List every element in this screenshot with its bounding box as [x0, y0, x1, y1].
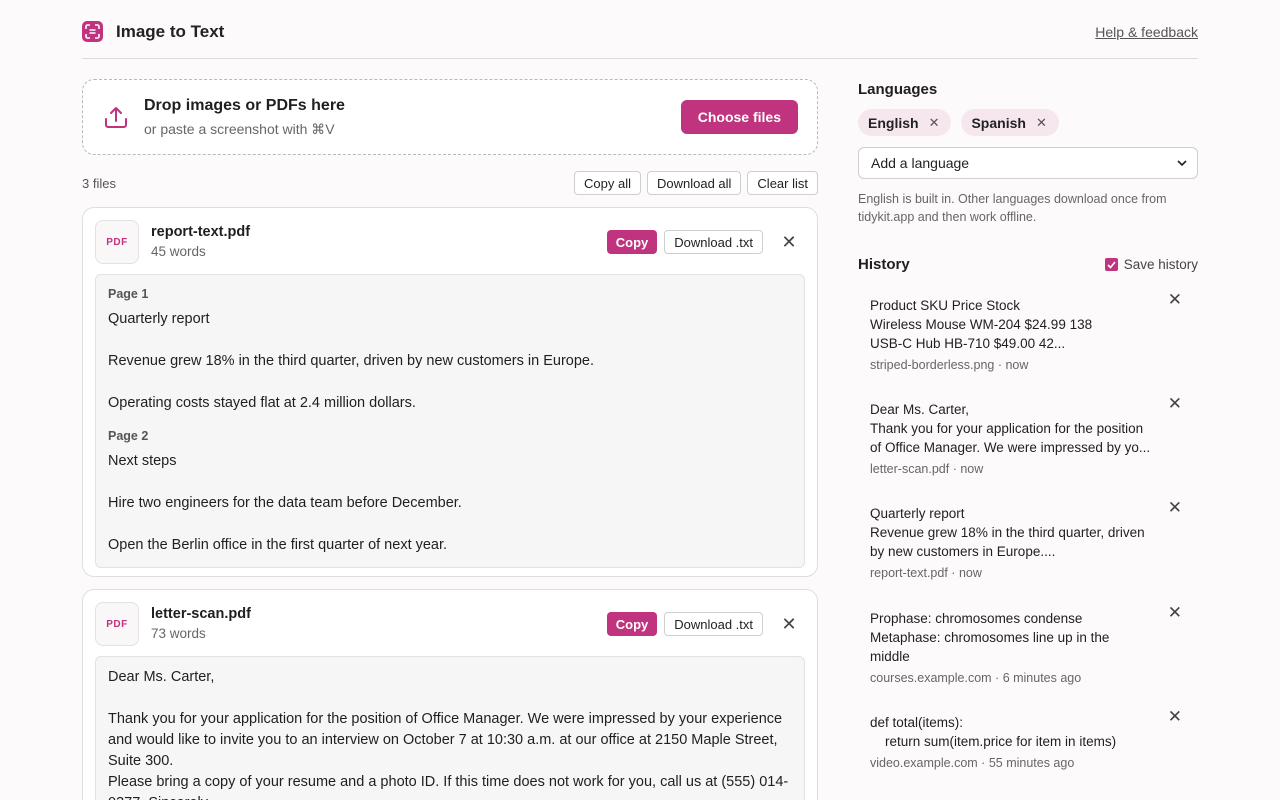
history-text: Product SKU Price Stock Wireless Mouse W…	[870, 298, 1093, 351]
upload-icon	[105, 107, 127, 128]
history-source: video.example.com	[870, 756, 978, 770]
download-all-button[interactable]: Download all	[646, 171, 742, 195]
close-icon[interactable]: ✕	[779, 233, 799, 251]
languages-panel: Languages English ✕ Spanish ✕ Add a lang…	[858, 81, 1198, 226]
history-time: now	[958, 566, 982, 580]
history-meta: letter-scan.pdf · now	[870, 462, 984, 476]
word-count: 73 words	[151, 626, 206, 641]
history-title: History	[858, 256, 910, 273]
close-icon[interactable]: ✕	[1168, 498, 1182, 518]
history-text: def total(items): return sum(item.price …	[870, 715, 1117, 749]
text-paragraph: Open the Berlin office in the first quar…	[108, 537, 448, 553]
history-item[interactable]: Product SKU Price Stock Wireless Mouse W…	[870, 290, 1190, 372]
languages-note: English is built in. Other languages dow…	[858, 192, 1167, 224]
choose-files-button[interactable]: Choose files	[680, 100, 798, 134]
close-icon[interactable]: ✕	[1168, 290, 1182, 310]
close-icon[interactable]: ✕	[1168, 707, 1182, 727]
app-title: Image to Text	[116, 21, 225, 41]
copy-button[interactable]: Copy	[606, 612, 658, 636]
close-icon[interactable]: ✕	[929, 115, 940, 131]
history-item[interactable]: Quarterly report Revenue grew 18% in the…	[870, 498, 1190, 580]
history-item[interactable]: Prophase: chromosomes condense Metaphase…	[870, 603, 1190, 685]
history-text: Quarterly report Revenue grew 18% in the…	[870, 506, 1145, 559]
history-source: courses.example.com	[870, 671, 992, 685]
text-paragraph: Thank you for your application for the p…	[108, 711, 783, 769]
close-icon[interactable]: ✕	[1168, 603, 1182, 623]
file-card: PDF report-text.pdf 45 words Copy Downlo…	[82, 207, 818, 577]
history-time: 6 minutes ago	[1002, 671, 1082, 685]
scan-logo-icon	[82, 21, 103, 42]
download-txt-button[interactable]: Download .txt	[664, 230, 763, 254]
extracted-text[interactable]: Dear Ms. Carter, Thank you for your appl…	[95, 656, 805, 800]
history-source: letter-scan.pdf	[870, 462, 950, 476]
pdf-file-icon: PDF	[95, 220, 139, 264]
text-paragraph: Revenue grew 18% in the third quarter, d…	[108, 353, 595, 369]
history-source: report-text.pdf	[870, 566, 948, 580]
checkmark-icon	[1107, 260, 1116, 269]
history-text: Dear Ms. Carter, Thank you for your appl…	[870, 402, 1151, 455]
save-history-toggle[interactable]: Save history	[1104, 257, 1198, 272]
extracted-text[interactable]: Page 1 Quarterly report Revenue grew 18%…	[95, 274, 805, 568]
language-chip-english: English ✕	[858, 109, 952, 136]
history-time: now	[1005, 358, 1029, 372]
brand: Image to Text	[82, 21, 224, 42]
close-icon[interactable]: ✕	[1168, 394, 1182, 414]
bulk-actions: Copy all Download all Clear list	[574, 171, 818, 195]
clear-list-button[interactable]: Clear list	[747, 171, 818, 195]
text-paragraph: Please bring a copy of your resume and a…	[108, 774, 789, 800]
close-icon[interactable]: ✕	[779, 615, 799, 633]
help-feedback-link[interactable]: Help & feedback	[1095, 24, 1198, 40]
file-card: PDF letter-scan.pdf 73 words Copy Downlo…	[82, 589, 818, 800]
chevron-down-icon	[1177, 159, 1187, 166]
save-history-checkbox[interactable]	[1104, 258, 1118, 271]
file-name: report-text.pdf	[151, 224, 251, 240]
dropzone-subtitle: or paste a screenshot with ⌘V	[144, 120, 335, 137]
pdf-file-icon: PDF	[95, 602, 139, 646]
app-header: Image to Text Help & feedback	[82, 0, 1198, 59]
add-language-select[interactable]: Add a language	[858, 147, 1198, 179]
save-history-label: Save history	[1123, 257, 1198, 272]
word-count: 45 words	[151, 244, 206, 259]
dropzone-title: Drop images or PDFs here	[144, 96, 345, 114]
history-header: History Save history	[858, 256, 1198, 273]
page-label: Page 1	[108, 287, 149, 301]
file-card-header: PDF letter-scan.pdf 73 words Copy Downlo…	[83, 590, 817, 656]
history-meta: striped-borderless.png · now	[870, 358, 1029, 372]
text-paragraph: Quarterly report	[108, 311, 210, 327]
history-text: Prophase: chromosomes condense Metaphase…	[870, 611, 1110, 664]
copy-all-button[interactable]: Copy all	[574, 171, 641, 195]
text-paragraph: Next steps	[108, 453, 177, 469]
chip-label: Spanish	[971, 114, 1026, 131]
history-meta: courses.example.com · 6 minutes ago	[870, 671, 1082, 685]
copy-button[interactable]: Copy	[606, 230, 658, 254]
download-txt-button[interactable]: Download .txt	[664, 612, 763, 636]
page-label: Page 2	[108, 429, 149, 443]
history-time: 55 minutes ago	[988, 756, 1075, 770]
history-time: now	[960, 462, 984, 476]
languages-title: Languages	[858, 81, 938, 98]
chip-label: English	[868, 114, 919, 131]
language-chips: English ✕ Spanish ✕	[858, 109, 1198, 136]
history-item[interactable]: def total(items): return sum(item.price …	[870, 707, 1190, 770]
file-actions: Copy Download .txt ✕	[606, 230, 799, 254]
select-value: Add a language	[871, 155, 970, 171]
close-icon[interactable]: ✕	[1036, 115, 1047, 131]
text-paragraph: Hire two engineers for the data team bef…	[108, 495, 462, 511]
file-dropzone[interactable]: Drop images or PDFs here or paste a scre…	[82, 79, 818, 155]
files-toolbar: 3 files Copy all Download all Clear list	[82, 171, 818, 195]
text-paragraph: Dear Ms. Carter,	[108, 669, 215, 685]
files-count: 3 files	[82, 175, 116, 191]
file-card-header: PDF report-text.pdf 45 words Copy Downlo…	[83, 208, 817, 274]
history-meta: video.example.com · 55 minutes ago	[870, 756, 1075, 770]
file-actions: Copy Download .txt ✕	[606, 612, 799, 636]
file-name: letter-scan.pdf	[151, 606, 251, 622]
text-paragraph: Operating costs stayed flat at 2.4 milli…	[108, 395, 416, 411]
history-meta: report-text.pdf · now	[870, 566, 982, 580]
history-source: striped-borderless.png	[870, 358, 995, 372]
language-chip-spanish: Spanish ✕	[961, 109, 1059, 136]
dropzone-text: Drop images or PDFs here or paste a scre…	[144, 97, 681, 138]
history-item[interactable]: Dear Ms. Carter, Thank you for your appl…	[870, 394, 1190, 476]
